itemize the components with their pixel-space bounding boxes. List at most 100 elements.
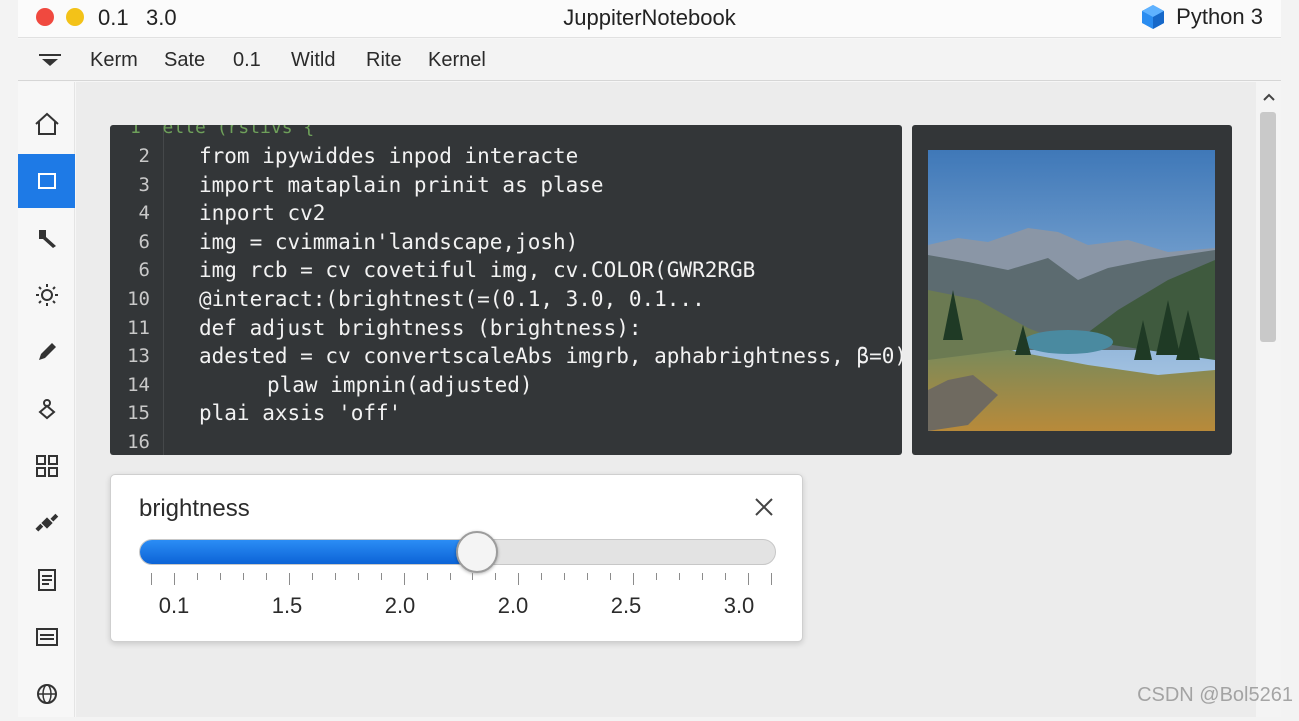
- line-number: 10: [110, 285, 150, 313]
- sidebar-edit[interactable]: [18, 325, 75, 379]
- code-text: @interact:(brightnest(=(0.1, 3.0, 0.1...: [199, 285, 705, 313]
- code-line-1-partial: 1 elle (rstivs {: [130, 125, 314, 138]
- slider-tick: [404, 573, 405, 585]
- slider-tick: [725, 573, 726, 580]
- slider-tick: [564, 573, 565, 580]
- menu-item-witld[interactable]: Witld: [291, 49, 335, 72]
- line-number: 14: [110, 371, 150, 399]
- menu-item-kernel[interactable]: Kernel: [428, 49, 486, 72]
- slider-tick: [656, 573, 657, 580]
- code-line: 3 import mataplain prinit as plase: [110, 171, 902, 199]
- notebook-window: 0.1 3.0 JuppiterNotebook Python 3 Kerm S…: [18, 0, 1281, 717]
- output-cell: [912, 125, 1232, 455]
- code-cell[interactable]: 1 elle (rstivs { 2from ipywiddes inpod i…: [110, 125, 902, 455]
- slider-thumb[interactable]: [456, 531, 498, 573]
- slider-tick: [151, 573, 152, 585]
- code-line: 2from ipywiddes inpod interacte: [110, 142, 902, 170]
- slider-tick: [633, 573, 634, 585]
- globe-icon: [34, 681, 60, 707]
- slider-tick-label: 1.5: [272, 593, 303, 619]
- sidebar-files[interactable]: [18, 154, 75, 208]
- document-icon: [34, 567, 60, 593]
- line-number: 4: [110, 199, 150, 227]
- code-text: def adjust brightness (brightness):: [199, 314, 642, 342]
- code-text: plaw impnin(adjusted): [267, 371, 533, 399]
- notebook-area: 1 elle (rstivs { 2from ipywiddes inpod i…: [76, 82, 1256, 717]
- slider-label: brightness: [139, 495, 250, 523]
- menu-item-kerm[interactable]: Kerm: [90, 49, 138, 72]
- slider-tick: [312, 573, 313, 580]
- sidebar-debug[interactable]: [18, 382, 75, 436]
- brightness-slider-widget: brightness 0.11.52.02.02.53.0: [110, 474, 803, 642]
- slider-tick: [748, 573, 749, 585]
- sidebar-tools[interactable]: [18, 211, 75, 265]
- scrollbar-thumb[interactable]: [1260, 112, 1276, 342]
- code-line: 16: [110, 428, 902, 455]
- line-number: 13: [110, 342, 150, 370]
- watermark: CSDN @Bol5261: [1137, 684, 1293, 707]
- sidebar-home[interactable]: [18, 97, 75, 151]
- slider-tick: [174, 573, 175, 585]
- code-line: 14 plaw impnin(adjusted): [110, 371, 902, 399]
- slider-tick: [266, 573, 267, 580]
- vertical-scrollbar[interactable]: [1256, 82, 1281, 717]
- menu-bar: Kerm Sate 0.1 Witld Rite Kernel: [18, 39, 1281, 81]
- slider-tick: [220, 573, 221, 580]
- slider-tick: [335, 573, 336, 580]
- slider-tick: [472, 573, 473, 580]
- wrench-icon: [34, 225, 60, 251]
- slider-tick-label: 2.0: [385, 593, 416, 619]
- slider-tick: [427, 573, 428, 580]
- line-number: 16: [110, 428, 150, 455]
- square-icon: [34, 168, 60, 194]
- code-text: inport cv2: [199, 199, 325, 227]
- python-cube-icon: [1140, 4, 1166, 30]
- code-text: plai axsis 'off': [199, 399, 401, 427]
- home-icon: [34, 111, 60, 137]
- code-line: 6 img = cvimmain'landscape,josh): [110, 228, 902, 256]
- line-number: 3: [110, 171, 150, 199]
- landscape-image: [928, 150, 1215, 431]
- sidebar-list[interactable]: [18, 610, 75, 664]
- list-icon: [34, 624, 60, 650]
- slider-tick: [450, 573, 451, 580]
- close-icon[interactable]: [752, 495, 776, 519]
- title-bar: 0.1 3.0 JuppiterNotebook Python 3: [18, 0, 1281, 38]
- slider-tick: [197, 573, 198, 580]
- slider-tick: [289, 573, 290, 585]
- window-title: JuppiterNotebook: [18, 5, 1281, 31]
- sidebar-extensions[interactable]: [18, 439, 75, 493]
- code-line: 11def adjust brightness (brightness):: [110, 314, 902, 342]
- sidebar-network[interactable]: [18, 667, 75, 721]
- pencil-icon: [34, 339, 60, 365]
- code-text: adested = cv convertscaleAbs imgrb, apha…: [199, 342, 902, 370]
- slider-tick-label: 3.0: [724, 593, 755, 619]
- sidebar-document[interactable]: [18, 553, 75, 607]
- sidebar-connect[interactable]: [18, 496, 75, 550]
- code-line: 6img rcb = cv covetiful img, cv.COLOR(GW…: [110, 256, 902, 284]
- settings-sun-icon: [34, 282, 60, 308]
- scroll-up-icon[interactable]: [1262, 92, 1276, 102]
- slider-tick-label: 2.0: [498, 593, 529, 619]
- slider-tick: [243, 573, 244, 580]
- line-number: 6: [110, 228, 150, 256]
- left-sidebar: [18, 82, 75, 717]
- slider-tick: [541, 573, 542, 580]
- menu-item-sate[interactable]: Sate: [164, 49, 205, 72]
- menu-item-value[interactable]: 0.1: [233, 49, 261, 72]
- code-text: img rcb = cv covetiful img, cv.COLOR(GWR…: [199, 256, 755, 284]
- slider-tick: [771, 573, 772, 585]
- code-line: 4 inport cv2: [110, 199, 902, 227]
- slider-tick: [679, 573, 680, 580]
- slider-tick: [587, 573, 588, 580]
- kernel-indicator[interactable]: Python 3: [1140, 4, 1263, 30]
- grid-icon: [34, 453, 60, 479]
- slider-tick: [610, 573, 611, 580]
- sidebar-settings[interactable]: [18, 268, 75, 322]
- slider-fill: [140, 540, 478, 564]
- code-text: img = cvimmain'landscape,josh): [199, 228, 578, 256]
- menu-item-rite[interactable]: Rite: [366, 49, 402, 72]
- code-text: import mataplain prinit as plase: [199, 171, 604, 199]
- menu-caret-icon[interactable]: [38, 53, 62, 67]
- slider-tick-label: 0.1: [159, 593, 190, 619]
